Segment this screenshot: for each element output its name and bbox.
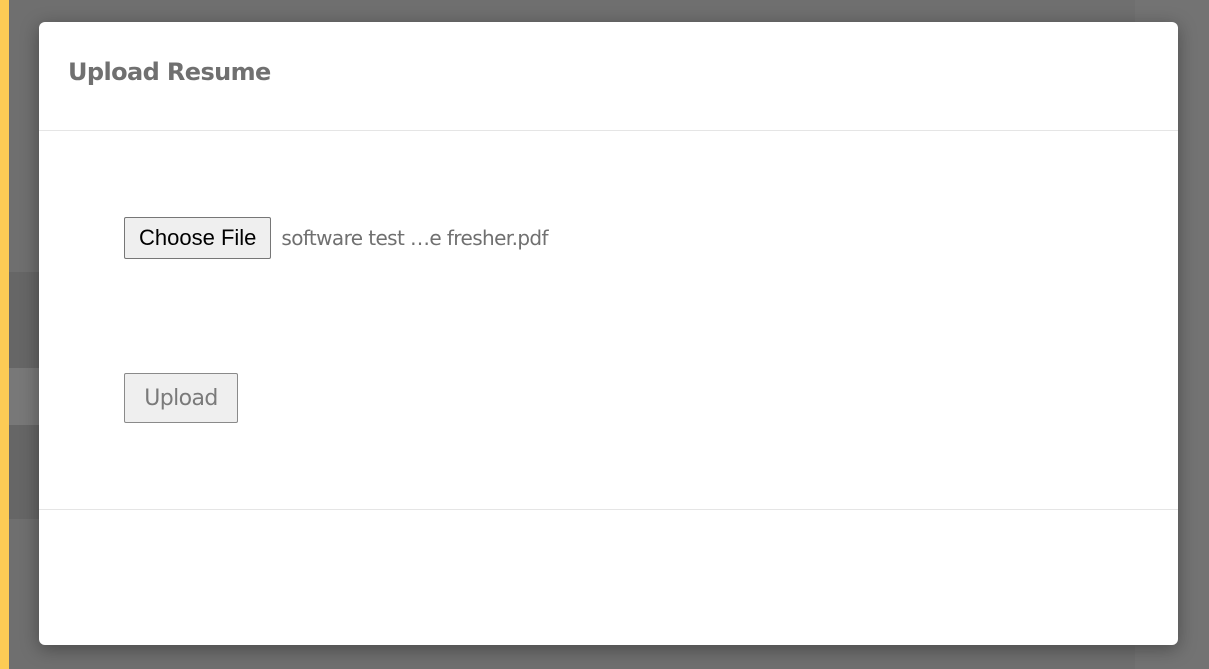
upload-button[interactable]: Upload [124, 373, 238, 423]
background-page-row [9, 272, 39, 368]
modal-footer [39, 509, 1178, 645]
background-page-row [9, 425, 39, 519]
selected-file-name: software test …e fresher.pdf [281, 226, 548, 250]
upload-resume-modal: Upload Resume Choose File software test … [39, 22, 1178, 645]
choose-file-button[interactable]: Choose File [124, 217, 272, 259]
resume-file-input[interactable]: Choose File software test …e fresher.pdf [124, 217, 549, 259]
modal-header: Upload Resume [39, 22, 1178, 131]
background-page-row [9, 368, 39, 425]
modal-title: Upload Resume [68, 58, 271, 86]
